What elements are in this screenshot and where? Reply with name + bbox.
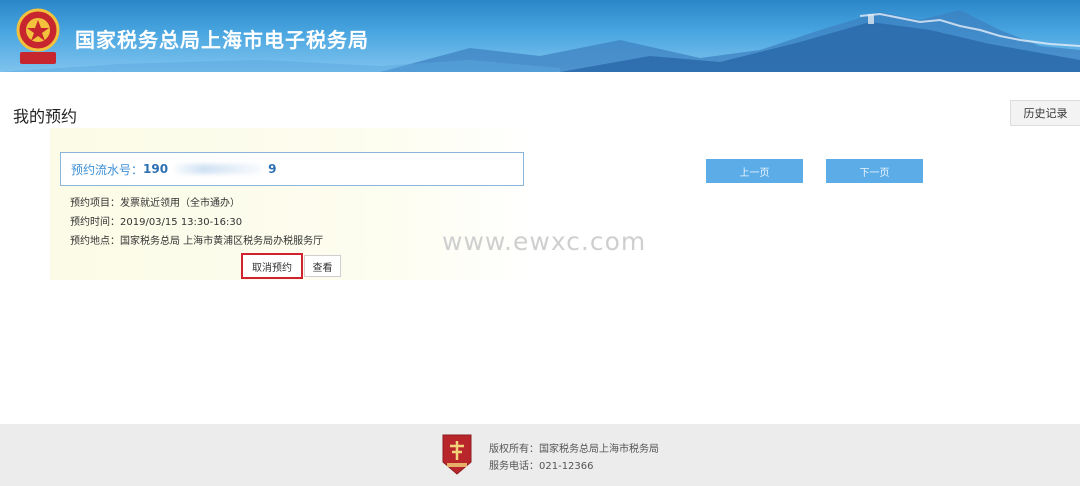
serial-redacted	[174, 164, 263, 174]
serial-label: 预约流水号：	[71, 162, 144, 177]
next-page-button[interactable]: 下一页	[826, 159, 923, 183]
booking-item: 预约项目：发票就近领用（全市通办）	[70, 198, 240, 209]
footer	[0, 424, 1080, 486]
page-title: 我的预约	[13, 107, 78, 126]
booking-time: 预约时间：2019/03/15 13:30-16:30	[70, 217, 243, 228]
site-title: 国家税务总局上海市电子税务局	[75, 28, 369, 52]
cancel-booking-button[interactable]: 取消预约	[241, 253, 303, 279]
tax-emblem-logo	[14, 8, 62, 66]
prev-page-button[interactable]: 上一页	[706, 159, 803, 183]
watermark: www.ewxc.com	[442, 227, 647, 256]
view-button[interactable]: 查看	[304, 255, 341, 277]
footer-phone: 服务电话：021-12366	[489, 461, 594, 472]
site-header: 国家税务总局上海市电子税务局	[0, 0, 1080, 72]
booking-location: 预约地点：国家税务总局 上海市黄浦区税务局办税服务厅	[70, 236, 324, 247]
serial-number-field: 预约流水号： 190 9	[60, 152, 524, 186]
serial-prefix: 190	[143, 162, 169, 176]
footer-copyright: 版权所有：国家税务总局上海市税务局	[489, 444, 659, 455]
tax-service-logo	[440, 432, 474, 476]
history-button[interactable]: 历史记录	[1010, 100, 1080, 126]
serial-suffix: 9	[268, 162, 277, 176]
